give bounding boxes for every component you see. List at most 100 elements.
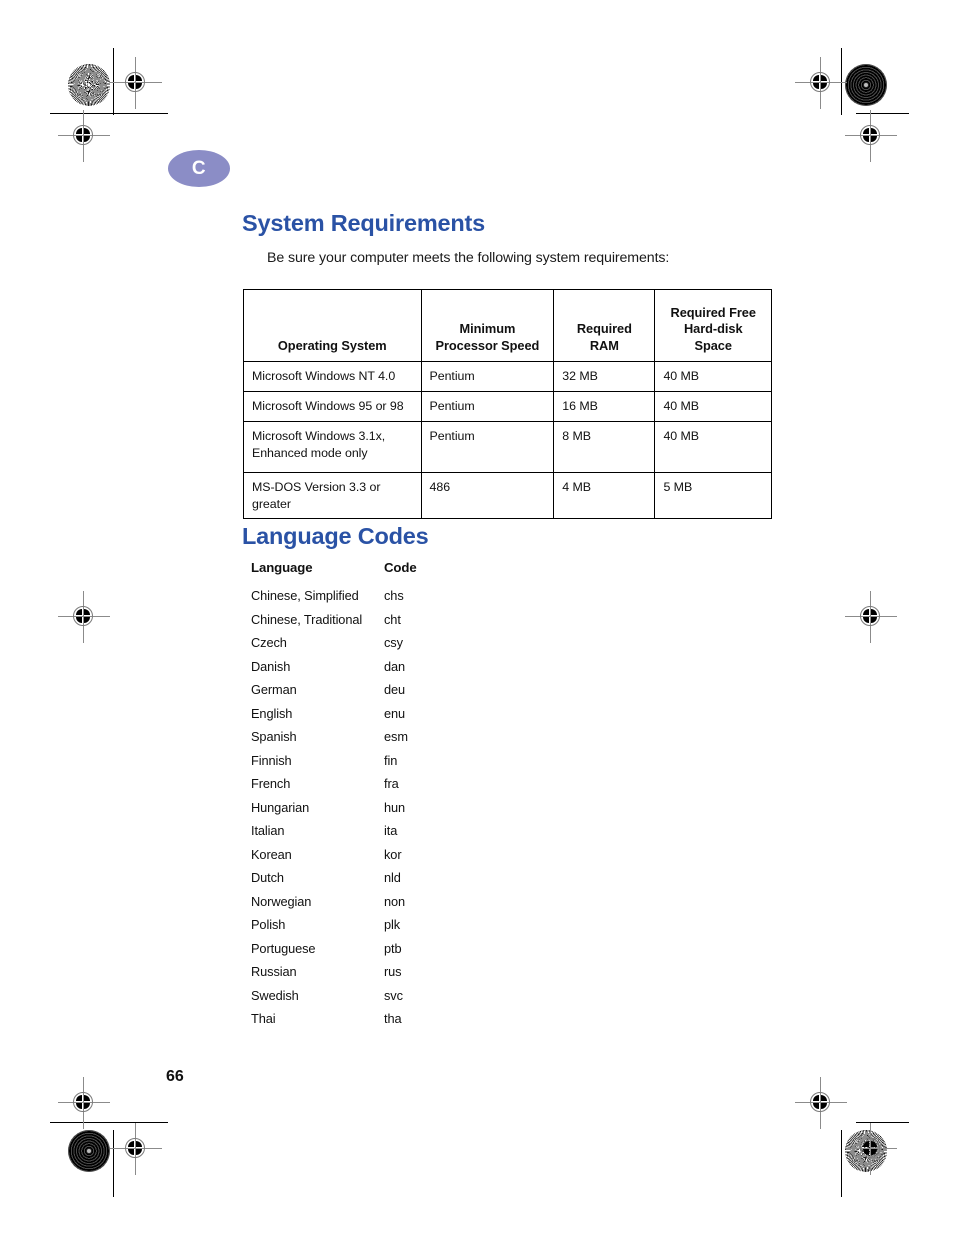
language-name: Korean [251,846,292,862]
column-header-required-ram-line1: Required [576,321,632,337]
cell-required-ram: 32 MB [553,361,656,392]
table-row: Microsoft Windows NT 4.0 Pentium 32 MB 4… [243,361,772,392]
language-code-row: Spanish esm [251,729,474,753]
registration-target-bottom-right-outer [845,1123,897,1175]
language-code-row: Korean kor [251,847,474,871]
column-header-hard-disk-space-line1: Required Free [670,304,756,320]
language-name: Chinese, Traditional [251,611,363,627]
cell-os-line1: Microsoft Windows 3.1x, [252,429,386,443]
language-name: Norwegian [251,893,312,909]
language-name: Italian [251,823,285,838]
column-header-hard-disk-space-line2: Hard-disk [683,321,743,337]
cell-processor-speed: Pentium [420,391,555,422]
language-name: Thai [251,1011,276,1026]
language-codes-header-row: Language Code [251,560,474,588]
language-name: Danish [251,658,291,674]
language-code: esm [384,729,408,744]
language-code: kor [384,846,402,862]
cell-required-ram: 16 MB [553,391,656,422]
document-page: C System Requirements Be sure your compu… [0,0,954,1235]
table-row: Microsoft Windows 3.1x, Enhanced mode on… [243,421,772,473]
language-code: cht [384,611,401,627]
column-header-required-ram-line2: RAM [589,337,619,353]
registration-target-top-right-outer [795,57,847,109]
intro-paragraph: Be sure your computer meets the followin… [267,250,670,266]
language-code-row: Chinese, Traditional cht [251,612,474,636]
language-code-row: Danish dan [251,659,474,683]
registration-target-bottom-left-outer [58,1077,110,1129]
language-code-row: Russian rus [251,964,474,988]
language-code: plk [384,917,401,932]
table-body: Microsoft Windows NT 4.0 Pentium 32 MB 4… [243,361,772,520]
language-name: Finnish [251,752,292,768]
table-header-row: Operating System Minimum Processor Speed… [243,289,772,362]
system-requirements-table: Operating System Minimum Processor Speed… [243,289,772,520]
language-code-row: Swedish svc [251,988,474,1012]
registration-target-left-middle [58,591,110,643]
cell-hard-disk-space: 40 MB [654,421,772,473]
language-code: hun [384,799,406,815]
language-code: csy [384,635,403,650]
language-name: Russian [251,964,297,979]
table-row: Microsoft Windows 95 or 98 Pentium 16 MB… [243,391,772,422]
cell-os-line1: Microsoft Windows 95 or 98 [252,399,404,413]
language-code-row: Thai tha [251,1011,474,1035]
registration-target-top-left-inner [110,57,162,109]
language-code-row: Czech csy [251,635,474,659]
language-name: Hungarian [251,799,310,815]
moire-target-top-right [845,64,887,106]
language-name: Polish [251,917,286,932]
language-code: rus [384,964,402,979]
cell-processor-speed: Pentium [420,421,555,473]
language-name: English [251,705,293,721]
registration-target-top-right-inner [845,110,897,162]
registration-target-top-left-outer [58,110,110,162]
cell-os-line1: Microsoft Windows NT 4.0 [252,369,396,383]
cell-operating-system: Microsoft Windows 3.1x, Enhanced mode on… [243,421,422,473]
language-name: Dutch [251,870,284,885]
column-header-code: Code [384,560,417,575]
registration-target-bottom-left-inner [110,1123,162,1175]
cell-required-ram: 4 MB [553,471,656,520]
cell-hard-disk-space: 40 MB [654,361,772,392]
column-header-required-ram: Required RAM [553,289,656,362]
column-header-operating-system-line1: Operating System [277,337,387,353]
column-header-language: Language [251,560,313,575]
language-name: Czech [251,635,287,650]
language-code: non [384,893,406,909]
column-header-processor-speed: Minimum Processor Speed [420,289,555,362]
cell-os-line1: MS-DOS Version 3.3 or greater [252,480,381,511]
column-header-processor-speed-line2: Processor Speed [435,337,540,353]
section-heading-language-codes: Language Codes [242,523,429,549]
page-number: 66 [166,1068,184,1085]
language-code-row: English enu [251,706,474,730]
language-code: ptb [384,940,402,956]
language-name: Portuguese [251,940,316,956]
cell-hard-disk-space: 40 MB [654,391,772,422]
language-name: German [251,682,297,697]
language-code-row: Dutch nld [251,870,474,894]
language-code-row: Chinese, Simplified chs [251,588,474,612]
column-header-processor-speed-line1: Minimum [459,321,516,337]
language-code-row: Finnish fin [251,753,474,777]
cell-operating-system: Microsoft Windows NT 4.0 [243,361,422,392]
language-code: deu [384,682,406,697]
table-row: MS-DOS Version 3.3 or greater 486 4 MB 5… [243,471,772,520]
language-code-row: Italian ita [251,823,474,847]
language-code-row: Norwegian non [251,894,474,918]
moire-target-bottom-left [68,1130,110,1172]
registration-target-right-middle [845,591,897,643]
language-code-row: Polish plk [251,917,474,941]
cell-processor-speed: 486 [420,471,555,520]
language-code: fin [384,752,398,768]
column-header-hard-disk-space-line3: Space [694,337,732,353]
language-code-row: Portuguese ptb [251,941,474,965]
column-header-operating-system: Operating System [243,289,422,362]
language-name: French [251,776,291,791]
language-code: enu [384,705,406,721]
section-heading-system-requirements: System Requirements [242,210,486,236]
cell-operating-system: MS-DOS Version 3.3 or greater [243,471,422,520]
language-code-row: Hungarian hun [251,800,474,824]
registration-target-bottom-right-inner [795,1077,847,1129]
cell-required-ram: 8 MB [553,421,656,473]
